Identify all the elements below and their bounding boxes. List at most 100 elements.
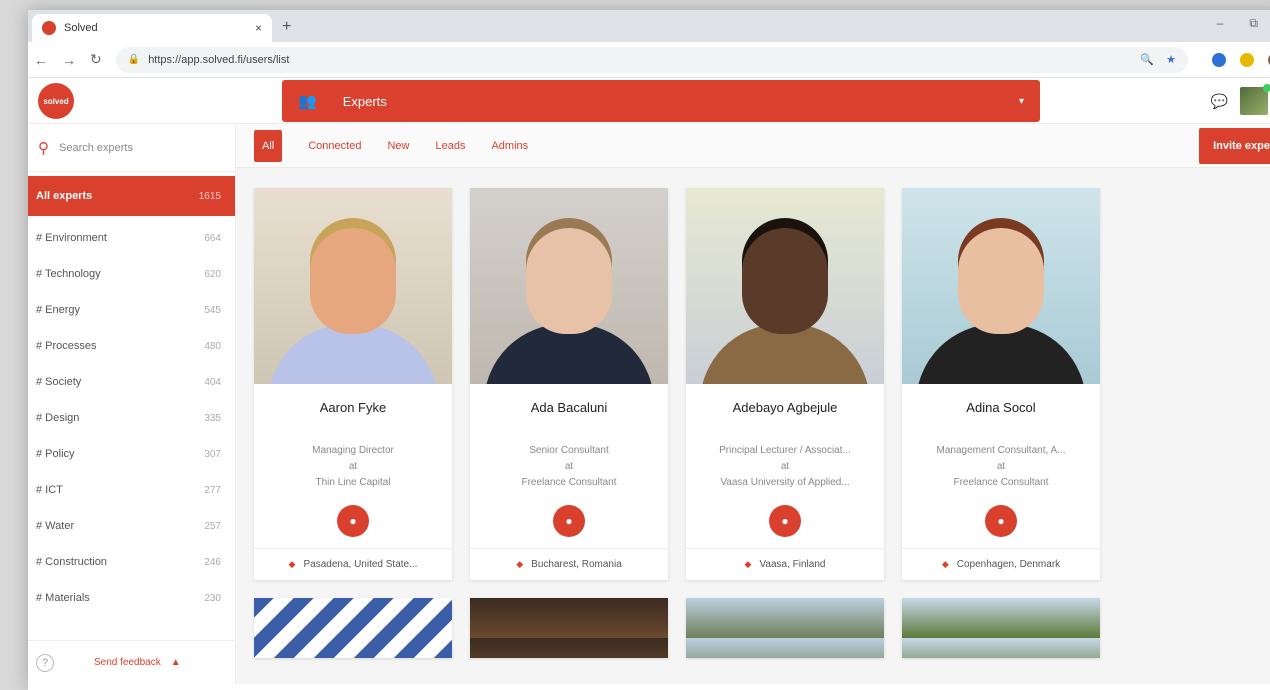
message-button[interactable]: ● [337,505,369,537]
sidebar-category[interactable]: # Technology 620 [28,256,235,292]
expert-name[interactable]: Ada Bacaluni [531,400,608,415]
chat-bubble-icon: ● [781,514,789,528]
extension-icon[interactable] [1240,52,1254,67]
sidebar-category[interactable]: # ICT 277 [28,472,235,508]
category-count: 620 [204,268,221,280]
expert-name[interactable]: Adebayo Agbejule [733,400,838,415]
avatar[interactable] [1240,84,1270,115]
sidebar-category[interactable]: # Society 404 [28,364,235,400]
expert-photo[interactable] [254,598,452,658]
expert-name[interactable]: Adina Socol [966,400,1035,415]
category-count: 404 [204,376,221,388]
role-at: at [780,461,790,472]
expert-card[interactable]: Aaron Fyke Managing Director at Thin Lin… [254,188,452,580]
expert-role: Principal Lecturer / Associat... at Vaas… [696,443,874,491]
lock-icon: 🔒 [127,54,141,65]
expert-photo[interactable] [254,188,452,384]
expert-card[interactable] [470,598,668,658]
main-content: All Connected New Leads Admins Invite expert… [236,124,1270,684]
category-label: # Processes [36,340,97,352]
send-feedback-link[interactable]: Send feedback [94,657,161,668]
app-header: solved 👥 Experts ▾ 💬 [28,78,1270,124]
chat-bubble-icon: ● [565,514,573,528]
role-org: Thin Line Capital [315,477,391,488]
filter-tab[interactable]: Connected [308,140,361,152]
address-bar[interactable]: 🔒 https://app.solved.fi/users/list 🔍 ★ [115,46,1188,73]
expert-role: Management Consultant, A... at Freelance… [912,443,1090,491]
category-count: 307 [204,448,221,460]
expert-photo[interactable] [470,188,668,384]
expert-photo[interactable] [902,188,1100,384]
expert-card[interactable] [902,598,1100,658]
expert-card[interactable]: Ada Bacaluni Senior Consultant at Freela… [470,188,668,580]
sidebar: ⚲ Search experts All experts 1615 # Envir… [28,124,236,684]
chat-icon[interactable]: 💬 [1211,93,1228,110]
category-label: # Design [36,412,80,424]
category-label: # Materials [36,592,90,604]
filter-tab[interactable]: Leads [435,140,465,152]
role-title: Principal Lecturer / Associat... [719,445,851,456]
filter-tabs: All Connected New Leads Admins [236,124,1270,168]
invite-experts-button[interactable]: Invite experts [1199,128,1270,164]
help-icon[interactable]: ? [36,653,54,672]
expert-photo[interactable] [902,598,1100,658]
chevron-down-icon: ▾ [1018,95,1024,107]
expert-location: ◆ Copenhagen, Denmark [902,548,1100,580]
filter-tab[interactable]: New [387,140,409,152]
feedback-bar: ? Send feedback ▲ [28,640,235,684]
expert-card[interactable]: Adebayo Agbejule Principal Lecturer / As… [686,188,884,580]
search-input[interactable]: ⚲ Search experts [28,124,235,172]
location-text: Pasadena, United State... [303,559,418,570]
new-tab-button[interactable]: + [282,18,291,36]
category-label: # Water [36,520,75,532]
sidebar-category[interactable]: # Processes 480 [28,328,235,364]
message-button[interactable]: ● [985,505,1017,537]
sidebar-category[interactable]: # Construction 246 [28,544,235,580]
sidebar-category[interactable]: # Materials 230 [28,580,235,616]
tab-title: Solved [64,22,98,34]
expert-photo[interactable] [470,598,668,658]
close-tab-icon[interactable]: × [255,21,262,35]
back-icon[interactable]: ← [34,52,48,68]
url-text: https://app.solved.fi/users/list [148,53,290,66]
forward-icon[interactable]: → [62,52,76,68]
location-pin-icon: ◆ [744,559,752,569]
maximize-icon[interactable]: ⧉ [1249,16,1258,31]
experts-icon: 👥 [298,93,317,110]
filter-tab[interactable]: All [254,129,283,162]
expert-card[interactable] [686,598,884,658]
extension-icon[interactable] [1212,52,1226,67]
expert-card[interactable]: Adina Socol Management Consultant, A... … [902,188,1100,580]
expert-location: ◆ Pasadena, United State... [254,548,452,580]
expert-card[interactable] [254,598,452,658]
category-label: # Technology [36,268,101,280]
expert-photo[interactable] [686,598,884,658]
sidebar-category[interactable]: # Water 257 [28,508,235,544]
filter-tab[interactable]: Admins [491,140,528,152]
browser-tab[interactable]: Solved × [32,14,272,42]
role-org: Freelance Consultant [953,477,1049,488]
sidebar-category[interactable]: # Environment 664 [28,220,235,256]
online-indicator [1263,84,1270,92]
tab-strip: Solved × + – ⧉ [28,10,1270,42]
caret-up-icon[interactable]: ▲ [171,657,181,668]
message-button[interactable]: ● [769,505,801,537]
reload-icon[interactable]: ↻ [90,51,102,68]
zoom-icon[interactable]: 🔍 [1140,53,1154,66]
solved-logo[interactable]: solved [38,83,74,119]
minimize-icon[interactable]: – [1217,16,1224,31]
sidebar-category[interactable]: All experts 1615 [28,176,235,216]
message-button[interactable]: ● [553,505,585,537]
browser-window: Solved × + – ⧉ ← → ↻ 🔒 https://app.solve… [28,10,1270,690]
category-label: # Environment [36,232,107,244]
bookmark-star-icon[interactable]: ★ [1166,53,1176,66]
section-dropdown[interactable]: 👥 Experts ▾ [282,80,1040,122]
sidebar-category[interactable]: # Energy 545 [28,292,235,328]
sidebar-category[interactable]: # Design 335 [28,400,235,436]
expert-photo[interactable] [686,188,884,384]
category-label: All experts [36,190,93,202]
expert-name[interactable]: Aaron Fyke [320,400,386,415]
role-at: at [564,461,574,472]
sidebar-category[interactable]: # Policy 307 [28,436,235,472]
expert-location: ◆ Vaasa, Finland [686,548,884,580]
